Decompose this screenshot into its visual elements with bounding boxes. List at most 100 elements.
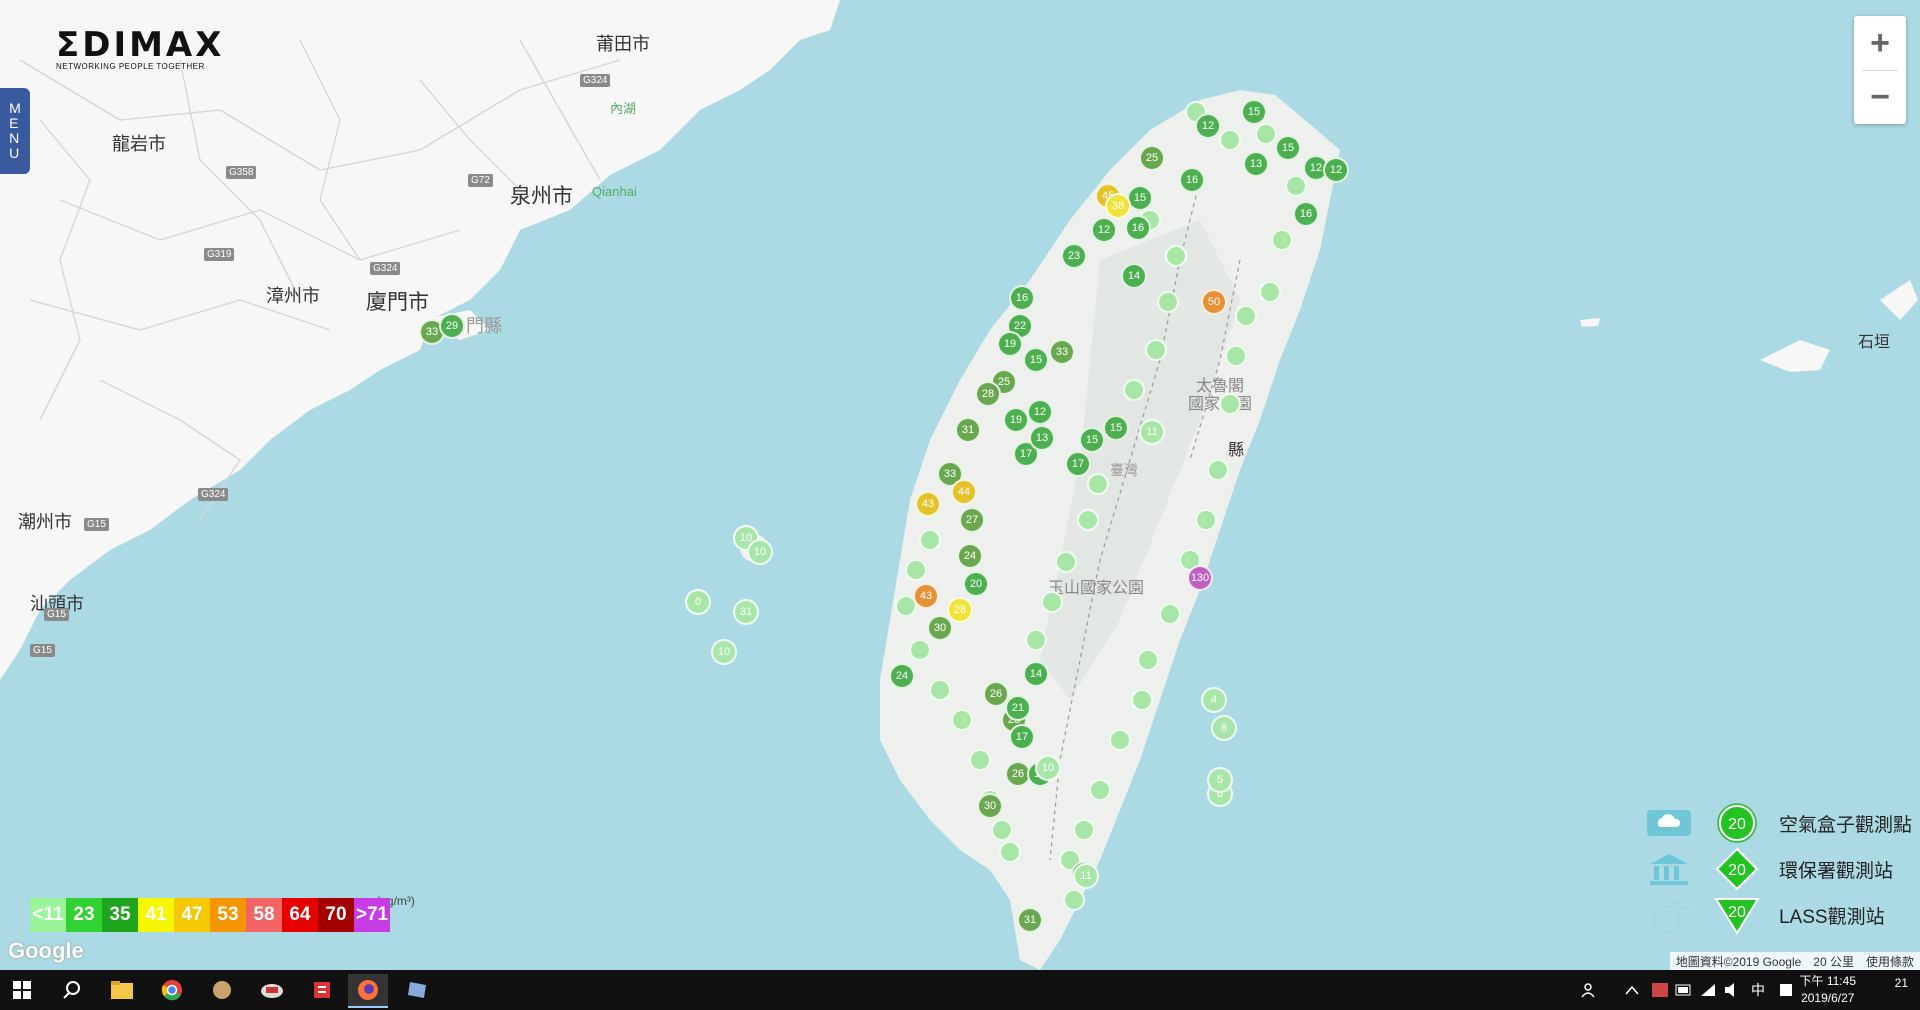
sensor-marker[interactable]: 12 xyxy=(1091,217,1117,243)
sensor-marker[interactable]: 10 xyxy=(711,639,737,665)
sensor-marker[interactable]: 19 xyxy=(1003,407,1029,433)
zoom-in-button[interactable]: + xyxy=(1854,16,1906,70)
notification-center-icon[interactable]: 21 xyxy=(1895,976,1908,990)
sensor-marker[interactable]: 43 xyxy=(913,583,939,609)
sensor-marker[interactable]: 28 xyxy=(975,381,1001,407)
sensor-marker[interactable]: 43 xyxy=(915,491,941,517)
sensor-marker[interactable]: 23 xyxy=(1061,243,1087,269)
pm-scale-level: 35 xyxy=(102,898,138,932)
sensor-marker[interactable]: 30 xyxy=(927,615,953,641)
sensor-marker[interactable]: 27 xyxy=(959,507,985,533)
park-label-taroko-2: 國家公園 xyxy=(1188,394,1253,413)
people-icon[interactable] xyxy=(1570,974,1610,1006)
notes-icon[interactable] xyxy=(398,974,438,1006)
map-data-credit[interactable]: 地圖資料©2019 Google xyxy=(1670,953,1808,970)
highway-label: G15 xyxy=(84,518,109,531)
app-icon[interactable] xyxy=(202,974,242,1006)
sensor-marker[interactable]: 29 xyxy=(439,313,465,339)
park-label-yushan: 玉山國家公園 xyxy=(1048,578,1145,597)
cloud-icon xyxy=(1641,803,1697,843)
zoom-divider xyxy=(1862,70,1898,71)
map-scale-label[interactable]: 20 公里 xyxy=(1807,953,1860,970)
sensor-marker[interactable]: 10 xyxy=(1035,755,1061,781)
firefox-icon[interactable] xyxy=(348,974,388,1008)
sensor-marker[interactable]: 12 xyxy=(1195,113,1221,139)
cloud-app-icon[interactable] xyxy=(252,974,292,1006)
sensor-marker[interactable]: 130 xyxy=(1187,565,1213,591)
legend-row-lass: 20 LASS觀測站 xyxy=(1641,892,1912,938)
sensor-marker[interactable]: 4 xyxy=(1201,687,1227,713)
edimax-logo[interactable]: ΣDIMAX NETWORKING PEOPLE TOGETHER xyxy=(56,28,224,71)
sensor-marker[interactable]: 24 xyxy=(889,663,915,689)
start-icon[interactable] xyxy=(2,974,42,1006)
terms-link[interactable]: 使用條款 xyxy=(1860,953,1920,970)
menu-tab[interactable]: MENU xyxy=(0,88,30,174)
sensor-marker[interactable]: 30 xyxy=(977,793,1003,819)
pm-scale-level: 23 xyxy=(66,898,102,932)
sensor-marker[interactable]: 31 xyxy=(955,417,981,443)
sensor-marker[interactable]: 14 xyxy=(1023,661,1049,687)
system-clock[interactable]: 下午 11:45 2019/6/27 xyxy=(1800,973,1856,1007)
sensor-marker[interactable]: 38 xyxy=(1105,193,1131,219)
notification-count: 21 xyxy=(1894,976,1908,990)
sensor-marker[interactable]: 15 xyxy=(1079,427,1105,453)
city-label-putian: 莆田市 xyxy=(596,34,650,55)
sensor-marker[interactable]: 16 xyxy=(1009,285,1035,311)
sensor-marker[interactable]: 5 xyxy=(1207,767,1233,793)
sensor-marker[interactable]: 16 xyxy=(1293,201,1319,227)
logo-tagline: NETWORKING PEOPLE TOGETHER xyxy=(56,62,205,71)
sensor-marker[interactable]: 16 xyxy=(1125,215,1151,241)
sensor-marker[interactable]: 25 xyxy=(1139,145,1165,171)
sensor-marker[interactable]: 12 xyxy=(1027,399,1053,425)
city-label-qianhai: Qianhai xyxy=(592,184,637,199)
sensor-marker[interactable]: 11 xyxy=(1073,863,1099,889)
city-label-quanzhou: 泉州市 xyxy=(510,184,573,208)
map-attribution: 地圖資料©2019 Google 20 公里 使用條款 xyxy=(1669,952,1920,970)
sensor-marker[interactable]: 13 xyxy=(1029,425,1055,451)
sensor-marker[interactable]: 10 xyxy=(747,539,773,565)
sensor-marker[interactable]: 8 xyxy=(1211,715,1237,741)
sensor-marker[interactable]: 13 xyxy=(1243,151,1269,177)
sensor-marker[interactable]: 44 xyxy=(951,479,977,505)
city-label-ishigaki: 石垣 xyxy=(1858,332,1891,351)
sensor-marker[interactable]: 15 xyxy=(1023,347,1049,373)
city-label-neihu: 內湖 xyxy=(610,101,637,116)
sensor-marker[interactable]: 20 xyxy=(963,571,989,597)
sensor-marker[interactable]: 24 xyxy=(957,543,983,569)
pm-scale-level: 64 xyxy=(282,898,318,932)
red-app-icon[interactable] xyxy=(302,974,342,1006)
sensor-marker[interactable]: 16 xyxy=(1179,167,1205,193)
pm-scale-level: 58 xyxy=(246,898,282,932)
zoom-out-button[interactable]: − xyxy=(1854,70,1906,124)
menu-tab-label: MENU xyxy=(9,100,21,161)
chrome-icon[interactable] xyxy=(152,974,192,1006)
sensor-marker[interactable]: 31 xyxy=(733,599,759,625)
region-label-taiwan: 臺灣 xyxy=(1110,463,1138,479)
folder-icon[interactable] xyxy=(102,974,142,1006)
legend-marker-value: 20 xyxy=(1728,816,1746,833)
sensor-marker[interactable]: 28 xyxy=(947,597,973,623)
sensor-marker[interactable]: 0 xyxy=(685,589,711,615)
sensor-marker[interactable]: 17 xyxy=(1009,724,1035,750)
google-logo: Google xyxy=(8,938,84,963)
highway-label: G358 xyxy=(226,166,257,179)
sensor-marker[interactable]: 15 xyxy=(1275,135,1301,161)
legend-row-epa: 20 環保署觀測站 xyxy=(1641,846,1912,892)
map-area[interactable]: 莆田市 龍岩市 泉州市 漳州市 廈門市 潮州市 汕頭市 石垣 Qianhai 內… xyxy=(0,0,1920,970)
sensor-marker[interactable]: 33 xyxy=(1049,339,1075,365)
sensor-marker[interactable]: 12 xyxy=(1323,157,1349,183)
windows-taskbar: 中 下午 11:45 2019/6/27 21 xyxy=(0,970,1920,1010)
sensor-marker[interactable]: 11 xyxy=(1139,419,1165,445)
sensor-marker[interactable]: 15 xyxy=(1241,99,1267,125)
city-label-longyan: 龍岩市 xyxy=(112,134,166,155)
sensor-marker[interactable]: 15 xyxy=(1103,415,1129,441)
search-icon[interactable] xyxy=(52,974,92,1006)
sensor-marker[interactable]: 50 xyxy=(1201,289,1227,315)
highway-label: G324 xyxy=(370,262,401,275)
sensor-marker[interactable]: 31 xyxy=(1017,907,1043,933)
sensor-marker[interactable]: 17 xyxy=(1065,451,1091,477)
sensor-marker[interactable]: 14 xyxy=(1121,263,1147,289)
legend-circle-marker: 20 xyxy=(1709,803,1765,843)
sensor-marker[interactable]: 19 xyxy=(997,331,1023,357)
sensor-marker[interactable]: 21 xyxy=(1005,695,1031,721)
